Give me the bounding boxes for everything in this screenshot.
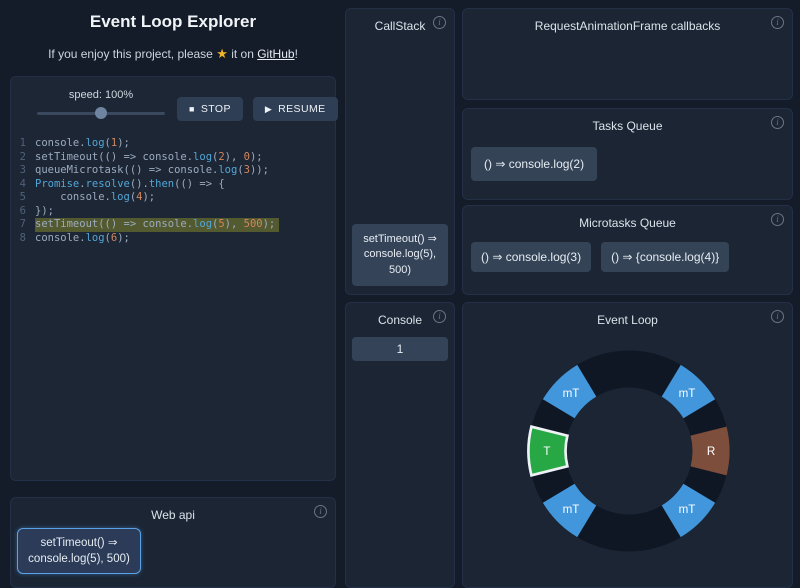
queue-item: () ⇒ {console.log(4)} <box>601 242 729 272</box>
code-line-content: Promise.resolve().then(() => { <box>35 178 225 192</box>
github-link[interactable]: GitHub <box>257 47 294 61</box>
speed-control: speed: 100% <box>25 89 177 120</box>
header: Event Loop Explorer If you enjoy this pr… <box>8 12 338 62</box>
web-api-title: Web api <box>11 498 335 522</box>
code-line-content: }); <box>35 205 54 219</box>
stop-icon <box>189 103 195 115</box>
editor-controls: speed: 100% STOP RESUME <box>11 77 335 123</box>
queue-item: setTimeout() ⇒ console.log(5), 500) <box>17 528 141 574</box>
page-title: Event Loop Explorer <box>8 12 338 32</box>
code-line-content: setTimeout(() => console.log(2), 0); <box>35 151 263 165</box>
info-icon[interactable] <box>314 505 327 518</box>
resume-button-label: RESUME <box>278 103 325 115</box>
tasks-queue-panel: Tasks Queue () ⇒ console.log(2) <box>462 108 793 200</box>
console-items: 1 <box>352 337 448 361</box>
speed-label: speed: 100% <box>25 89 177 101</box>
info-icon[interactable] <box>433 310 446 323</box>
line-number: 5 <box>11 191 35 205</box>
tasks-queue-title: Tasks Queue <box>463 109 792 133</box>
microtasks-queue-panel: Microtasks Queue () ⇒ console.log(3)() ⇒… <box>462 205 793 295</box>
web-api-items: setTimeout() ⇒ console.log(5), 500) <box>17 528 141 574</box>
code-line: 7setTimeout(() => console.log(5), 500); <box>11 218 335 232</box>
code-line-highlighted: setTimeout(() => console.log(5), 500); <box>35 218 279 232</box>
line-number: 4 <box>11 178 35 192</box>
code-line: 6}); <box>11 205 335 219</box>
segment-label-render: R <box>707 445 715 458</box>
microtasks-queue-items: () ⇒ console.log(3) () ⇒ {console.log(4)} <box>471 242 729 272</box>
segment-label-microtask: mT <box>563 503 580 516</box>
queue-item: () ⇒ console.log(3) <box>471 242 591 272</box>
stop-button-label: STOP <box>201 103 231 115</box>
line-number: 1 <box>11 137 35 151</box>
code-line-content: console.log(1); <box>35 137 130 151</box>
line-number: 8 <box>11 232 35 246</box>
info-icon[interactable] <box>771 213 784 226</box>
raf-callbacks-panel: RequestAnimationFrame callbacks <box>462 8 793 100</box>
queue-item: () ⇒ console.log(2) <box>471 147 597 181</box>
code-line-content: console.log(6); <box>35 232 130 246</box>
line-number: 3 <box>11 164 35 178</box>
info-icon[interactable] <box>771 16 784 29</box>
subtitle-text-2: it on <box>231 47 254 61</box>
info-icon[interactable] <box>771 310 784 323</box>
code-line-content: queueMicrotask(() => console.log(3)); <box>35 164 269 178</box>
slider-thumb[interactable] <box>95 107 107 119</box>
play-icon <box>265 103 272 115</box>
segment-label-task: T <box>543 445 550 458</box>
line-number: 7 <box>11 218 35 232</box>
queue-item: setTimeout() ⇒ console.log(5), 500) <box>352 224 448 286</box>
segment-label-microtask: mT <box>679 503 696 516</box>
tasks-queue-items: () ⇒ console.log(2) <box>471 147 597 181</box>
line-number: 6 <box>11 205 35 219</box>
callstack-panel: CallStack setTimeout() ⇒ console.log(5),… <box>345 8 455 295</box>
subtitle: If you enjoy this project, please ★ it o… <box>8 46 338 62</box>
code-line: 4Promise.resolve().then(() => { <box>11 178 335 192</box>
code-editor-panel: speed: 100% STOP RESUME 1console.log(1);… <box>10 76 336 481</box>
callstack-items: setTimeout() ⇒ console.log(5), 500) <box>352 224 448 286</box>
segment-label-microtask: mT <box>679 387 696 400</box>
code-line: 5 console.log(4); <box>11 191 335 205</box>
code-line: 1console.log(1); <box>11 137 335 151</box>
code-line: 3queueMicrotask(() => console.log(3)); <box>11 164 335 178</box>
event-loop-panel: Event Loop mT mT mT mT T R <box>462 302 793 588</box>
console-panel: Console 1 <box>345 302 455 588</box>
segment-label-microtask: mT <box>563 387 580 400</box>
code-line: 2setTimeout(() => console.log(2), 0); <box>11 151 335 165</box>
subtitle-suffix: ! <box>295 47 298 61</box>
code-line-content: console.log(4); <box>35 191 155 205</box>
code-area[interactable]: 1console.log(1);2setTimeout(() => consol… <box>11 137 335 245</box>
microtasks-queue-title: Microtasks Queue <box>463 206 792 230</box>
info-icon[interactable] <box>433 16 446 29</box>
web-api-panel: Web api setTimeout() ⇒ console.log(5), 5… <box>10 497 336 588</box>
line-number: 2 <box>11 151 35 165</box>
info-icon[interactable] <box>771 116 784 129</box>
resume-button[interactable]: RESUME <box>253 97 338 121</box>
code-line: 8console.log(6); <box>11 232 335 246</box>
speed-slider[interactable] <box>37 106 165 120</box>
star-icon: ★ <box>216 46 228 61</box>
subtitle-text: If you enjoy this project, please <box>48 47 213 61</box>
event-loop-explorer-app: Event Loop Explorer If you enjoy this pr… <box>0 0 800 588</box>
event-loop-ring: mT mT mT mT T R <box>502 324 756 578</box>
queue-item: 1 <box>352 337 448 361</box>
stop-button[interactable]: STOP <box>177 97 243 121</box>
raf-title: RequestAnimationFrame callbacks <box>463 9 792 33</box>
